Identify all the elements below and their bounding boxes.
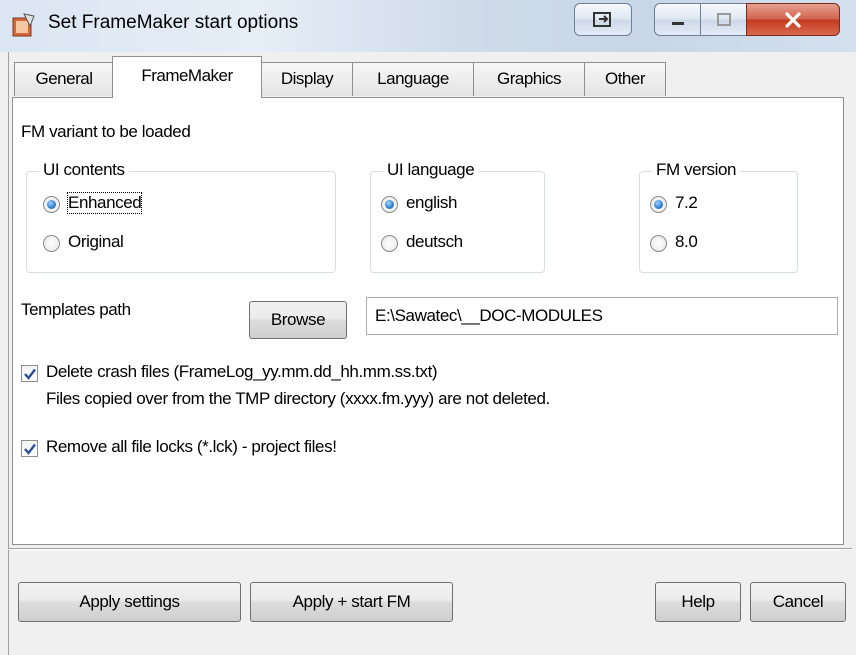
apply-start-fm-button[interactable]: Apply + start FM bbox=[250, 582, 453, 622]
radio-fm-7-2[interactable] bbox=[650, 196, 667, 213]
fm-version-group: FM version 7.2 8.0 bbox=[639, 160, 798, 273]
close-icon bbox=[747, 4, 839, 35]
tab-framemaker[interactable]: FrameMaker bbox=[112, 56, 262, 98]
radio-deutsch-label[interactable]: deutsch bbox=[406, 232, 463, 252]
fm-variant-label: FM variant to be loaded bbox=[21, 122, 191, 141]
cancel-button[interactable]: Cancel bbox=[750, 582, 846, 622]
tab-language[interactable]: Language bbox=[352, 62, 474, 96]
window-switch-icon bbox=[575, 4, 631, 35]
tab-strip: General FrameMaker Display Language Grap… bbox=[12, 56, 844, 98]
help-button[interactable]: Help bbox=[655, 582, 741, 622]
remove-locks-label[interactable]: Remove all file locks (*.lck) - project … bbox=[46, 437, 337, 457]
radio-fm-7-2-label[interactable]: 7.2 bbox=[675, 193, 698, 213]
app-icon bbox=[10, 12, 36, 38]
tab-other[interactable]: Other bbox=[584, 62, 666, 96]
checkmark-icon bbox=[24, 368, 36, 380]
radio-english[interactable] bbox=[381, 196, 398, 213]
templates-path-input[interactable]: E:\Sawatec\__DOC-MODULES bbox=[366, 297, 838, 335]
window-title: Set FrameMaker start options bbox=[48, 12, 299, 33]
radio-enhanced[interactable] bbox=[43, 196, 60, 213]
tab-display[interactable]: Display bbox=[261, 62, 353, 96]
ui-language-title: UI language bbox=[383, 160, 479, 180]
minimize-button[interactable] bbox=[654, 3, 701, 36]
remove-locks-checkbox[interactable] bbox=[21, 440, 38, 457]
radio-deutsch[interactable] bbox=[381, 235, 398, 252]
maximize-button[interactable] bbox=[700, 3, 747, 36]
minimize-icon bbox=[655, 4, 700, 35]
ui-contents-group: UI contents Enhanced Original bbox=[26, 160, 336, 273]
browse-button[interactable]: Browse bbox=[249, 301, 347, 339]
maximize-icon bbox=[701, 4, 746, 35]
fm-version-title: FM version bbox=[652, 160, 741, 180]
framemaker-tab-panel: FM variant to be loaded UI contents Enha… bbox=[12, 97, 844, 545]
radio-original-label[interactable]: Original bbox=[68, 232, 124, 252]
radio-fm-8-0-label[interactable]: 8.0 bbox=[675, 232, 698, 252]
title-bar[interactable]: Set FrameMaker start options bbox=[0, 0, 856, 52]
delete-crash-label[interactable]: Delete crash files (FrameLog_yy.mm.dd_hh… bbox=[46, 362, 438, 382]
separator bbox=[8, 548, 852, 550]
apply-settings-button[interactable]: Apply settings bbox=[18, 582, 241, 622]
radio-english-label[interactable]: english bbox=[406, 193, 457, 213]
templates-path-label: Templates path bbox=[21, 300, 131, 319]
delete-crash-checkbox[interactable] bbox=[21, 365, 38, 382]
window-frame bbox=[8, 52, 9, 655]
ui-contents-title: UI contents bbox=[39, 160, 129, 180]
help-caption-button[interactable] bbox=[574, 3, 632, 36]
close-button[interactable] bbox=[746, 3, 840, 36]
tab-general[interactable]: General bbox=[14, 62, 114, 96]
tab-graphics[interactable]: Graphics bbox=[473, 62, 585, 96]
radio-original[interactable] bbox=[43, 235, 60, 252]
delete-crash-note: Files copied over from the TMP directory… bbox=[46, 389, 550, 408]
checkmark-icon bbox=[24, 443, 36, 455]
radio-fm-8-0[interactable] bbox=[650, 235, 667, 252]
radio-enhanced-label[interactable]: Enhanced bbox=[66, 192, 143, 214]
ui-language-group: UI language english deutsch bbox=[370, 160, 545, 273]
